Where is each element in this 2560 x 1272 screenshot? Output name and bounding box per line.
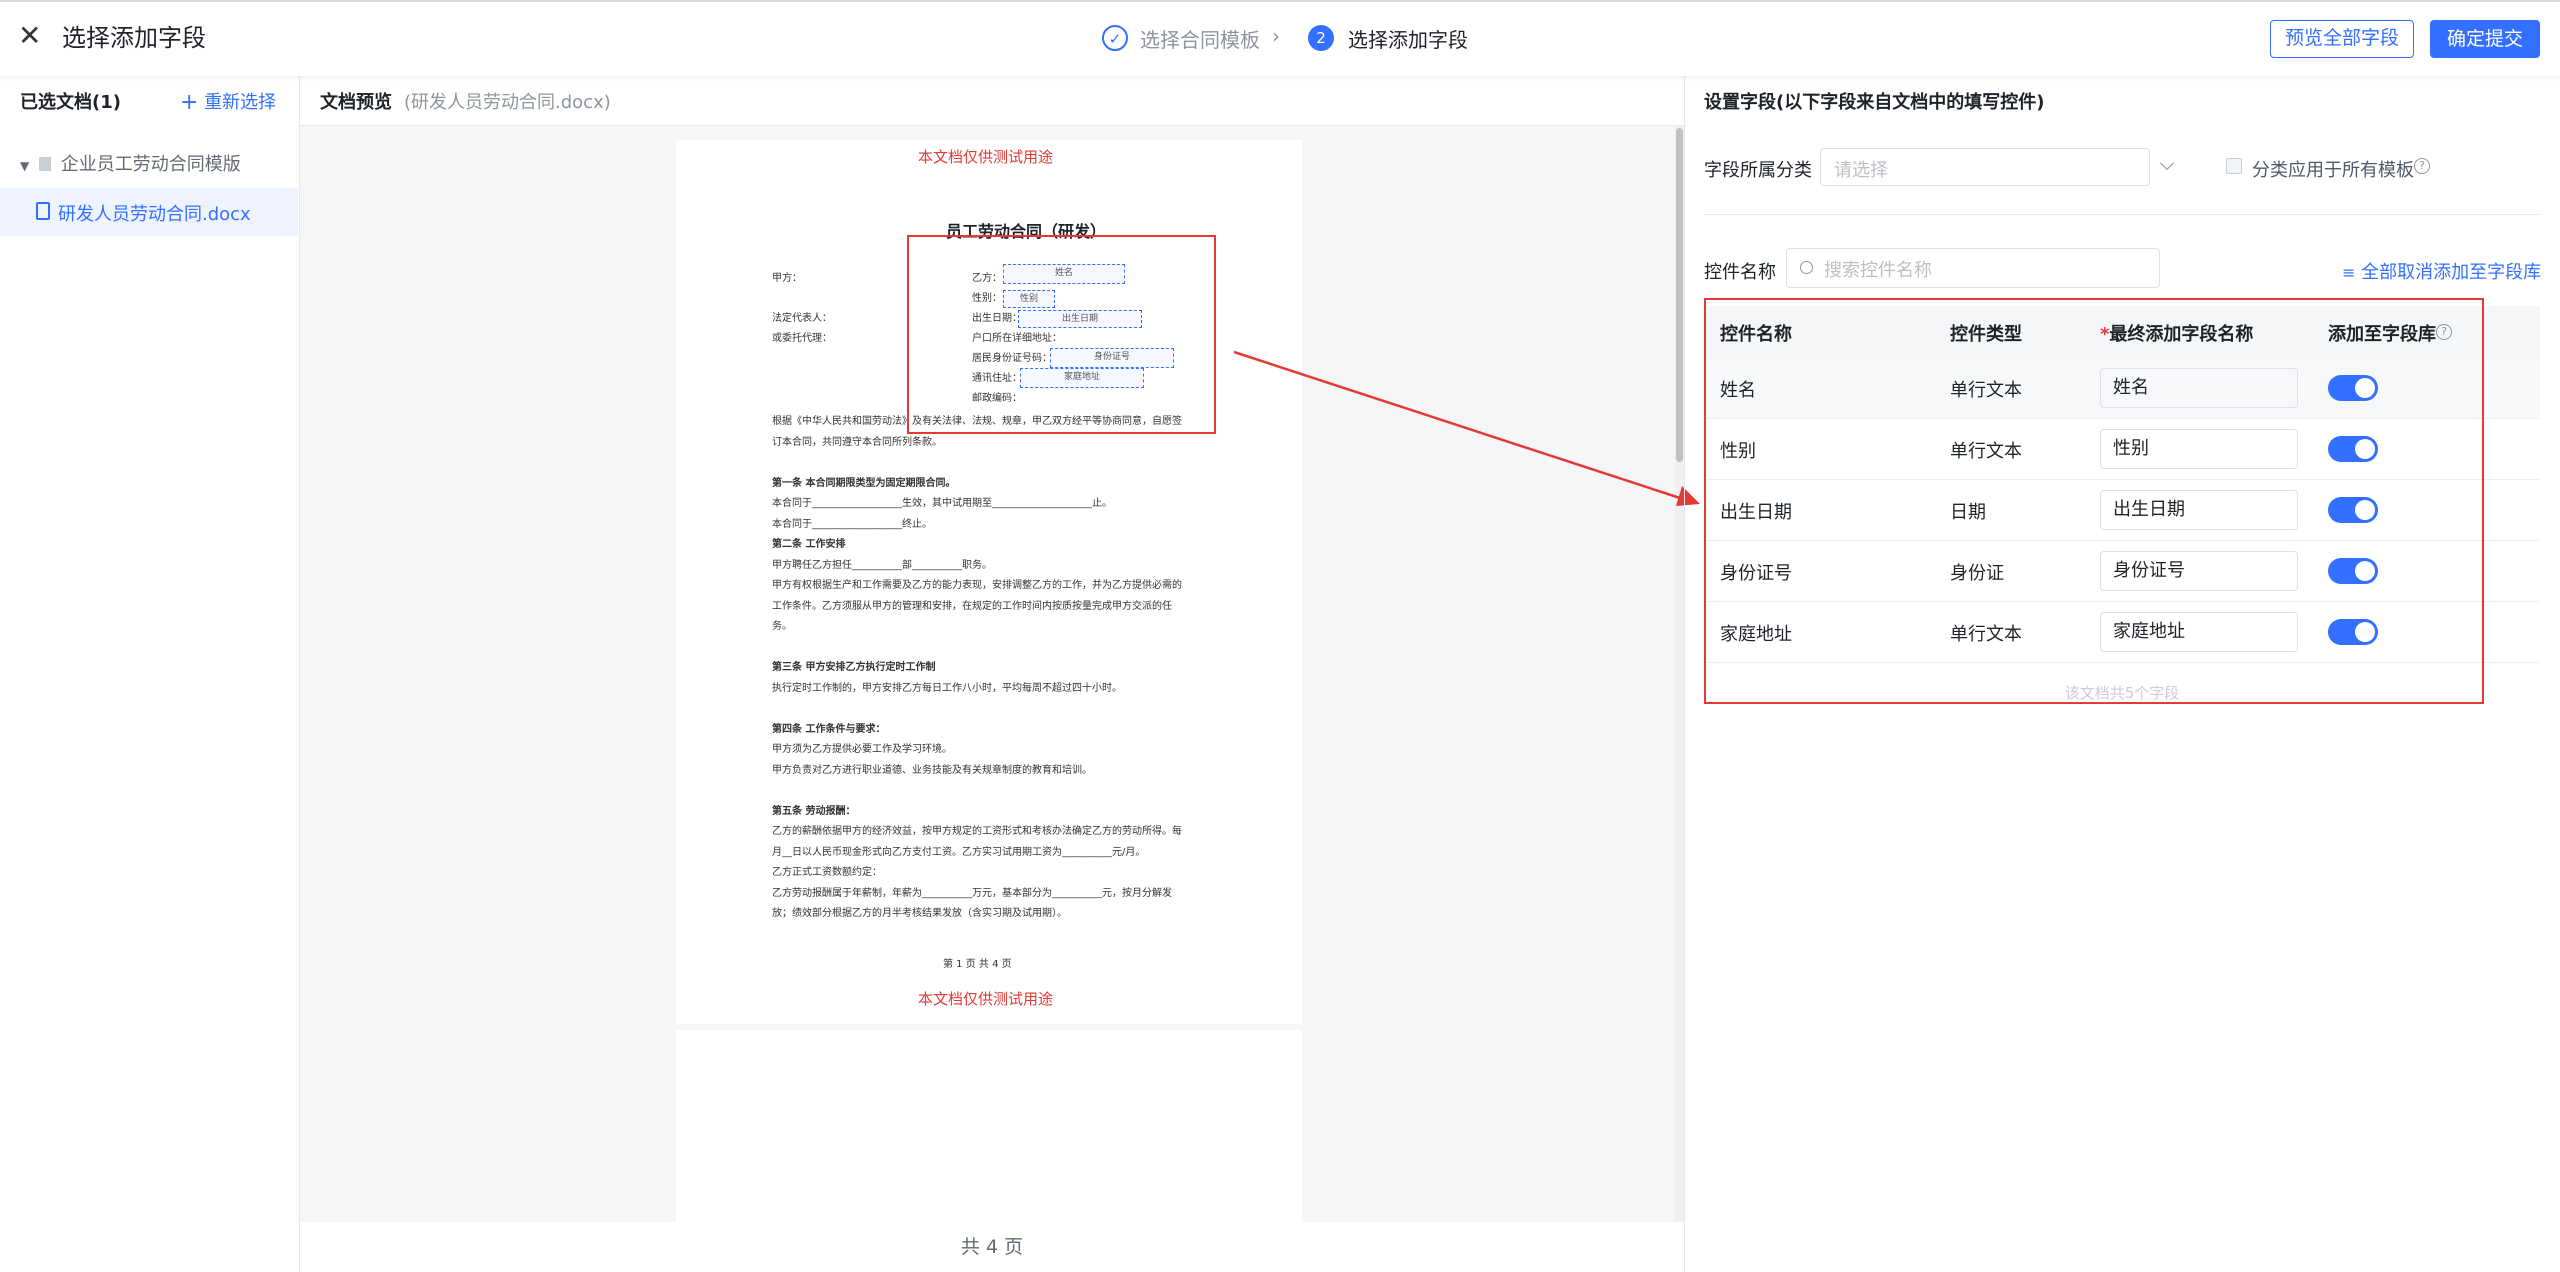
selected-file-label: 研发人员劳动合同.docx <box>58 204 251 225</box>
list-filter-icon: ≡ <box>2342 263 2356 282</box>
annotation-doc-highlight <box>907 235 1216 434</box>
step-1-label[interactable]: 选择合同模板 <box>1140 24 1260 53</box>
page-title: 选择添加字段 <box>62 24 206 52</box>
doc-line: 第一条 本合同期限类型为固定期限合同。 <box>772 477 956 489</box>
category-placeholder: 请选择 <box>1834 160 1888 181</box>
doc-line: 工作条件。乙方须服从甲方的管理和安排，在规定的工作时间内按质按量完成甲方交派的任 <box>772 600 1172 612</box>
doc-line: 订本合同，共同遵守本合同所列条款。 <box>772 436 942 448</box>
control-name-label: 控件名称 <box>1704 262 1776 283</box>
doc-preview-filename: (研发人员劳动合同.docx) <box>404 92 611 113</box>
doc-page-2 <box>676 1030 1302 1222</box>
annotation-arrow <box>1233 350 1700 506</box>
apply-all-label: 分类应用于所有模板 <box>2252 160 2414 181</box>
doc-line <box>772 699 1242 720</box>
doc-body: 根据《中华人民共和国劳动法》及有关法律、法规、规章，甲乙双方经平等协商同意，自愿… <box>772 412 1242 925</box>
preview-all-fields-button[interactable]: 预览全部字段 <box>2270 20 2414 58</box>
cancel-all-add-label: 全部取消添加至字段库 <box>2361 262 2542 283</box>
doc-line: 第二条 工作安排 <box>772 539 846 550</box>
top-bar <box>0 0 2560 76</box>
doc-jia: 甲方： <box>772 273 802 284</box>
selected-docs-panel <box>0 76 300 1272</box>
doc-group-folder[interactable]: ▼ 企业员工劳动合同模版 <box>20 150 241 176</box>
reselect-label: 重新选择 <box>204 92 277 113</box>
doc-line: 本合同于__________________生效，其中试用期至_________… <box>772 498 1112 509</box>
doc-line: 甲方有权根据生产和工作需要及乙方的能力表现，安排调整乙方的工作，并为乙方提供必需… <box>772 580 1182 591</box>
doc-preview-title: 文档预览 <box>320 92 392 113</box>
reselect-button[interactable]: + 重新选择 <box>180 88 276 115</box>
category-label: 字段所属分类 <box>1704 160 1812 181</box>
doc-line <box>772 453 1242 474</box>
doc-line: 本合同于__________________终止。 <box>772 518 932 530</box>
annotation-table-highlight <box>1704 298 2484 704</box>
doc-paragraphs: 根据《中华人民共和国劳动法》及有关法律、法规、规章，甲乙双方经平等协商同意，自愿… <box>772 412 1242 925</box>
step-2-number: 2 <box>1308 25 1334 51</box>
doc-line <box>772 781 1242 802</box>
doc-line: 甲方聘任乙方担任__________部__________职务。 <box>772 559 992 571</box>
search-icon <box>1800 261 1813 274</box>
doc-line: 执行定时工作制的，甲方安排乙方每日工作八小时，平均每周不超过四十小时。 <box>772 682 1122 694</box>
file-icon <box>36 202 50 220</box>
doc-line: 甲方须为乙方提供必要工作及学习环境。 <box>772 744 952 755</box>
doc-group-label: 企业员工劳动合同模版 <box>60 154 241 175</box>
doc-line: 第四条 工作条件与要求： <box>772 723 886 735</box>
watermark-top: 本文档仅供测试用途 <box>918 148 1054 166</box>
doc-line: 甲方负责对乙方进行职业道德、业务技能及有关规章制度的教育和培训。 <box>772 764 1092 776</box>
doc-line: 放；绩效部分根据乙方的月半考核结果发放（含实习期及试用期）。 <box>772 908 1067 919</box>
cancel-all-add-button[interactable]: ≡ 全部取消添加至字段库 <box>2342 258 2541 284</box>
doc-line <box>772 638 1242 659</box>
close-icon[interactable]: ✕ <box>18 22 46 50</box>
apply-all-checkbox[interactable] <box>2226 158 2242 174</box>
doc-line: 乙方劳动报酬属于年薪制，年薪为__________万元，基本部分为_______… <box>772 887 1172 899</box>
doc-line: 第五条 劳动报酬： <box>772 805 856 817</box>
doc-line: 务。 <box>772 621 792 632</box>
chevron-right-icon: › <box>1272 24 1280 48</box>
doc-rep: 法定代表人： <box>772 313 832 324</box>
step-1-check-icon: ✓ <box>1102 25 1128 51</box>
watermark-bottom: 本文档仅供测试用途 <box>918 990 1054 1008</box>
field-settings-title: 设置字段(以下字段来自文档中的填写控件) <box>1704 92 2045 113</box>
confirm-submit-button[interactable]: 确定提交 <box>2430 20 2540 58</box>
settings-divider <box>1704 214 2540 215</box>
doc-agent: 或委托代理： <box>772 333 832 344</box>
help-icon[interactable]: ? <box>2414 158 2430 174</box>
plus-icon: + <box>180 90 199 115</box>
doc-line: 乙方正式工资数额约定： <box>772 867 882 878</box>
selected-docs-title: 已选文档(1) <box>20 92 121 113</box>
doc-line: 第三条 甲方安排乙方执行定时工作制 <box>772 662 936 673</box>
doc-line: 月__日以人民币现金形式向乙方支付工资。乙方实习试用期工资为__________… <box>772 846 1146 858</box>
doc-line: 乙方的薪酬依据甲方的经济效益，按甲方规定的工资形式和考核办法确定乙方的劳动所得。… <box>772 826 1182 837</box>
page-count: 共 4 页 <box>960 1236 1024 1258</box>
caret-down-icon: ▼ <box>20 159 30 173</box>
folder-doc-icon <box>38 157 51 171</box>
control-search-placeholder: 搜索控件名称 <box>1824 260 1932 281</box>
doc-page-number: 第 1 页 共 4 页 <box>943 959 1012 970</box>
step-2-label: 选择添加字段 <box>1348 28 1468 52</box>
